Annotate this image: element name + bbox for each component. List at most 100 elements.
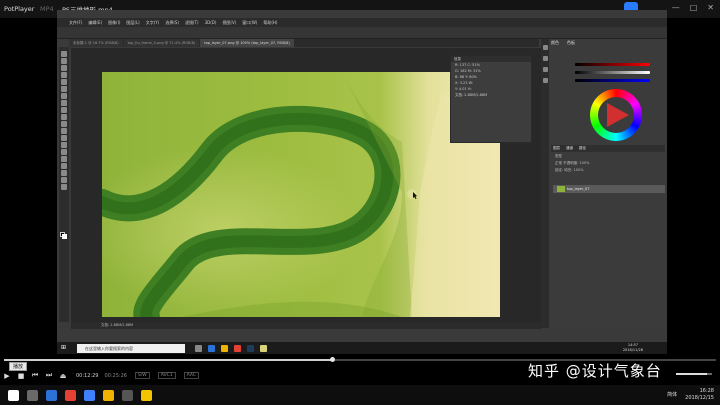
host-clock-date: 2018/12/15: [685, 395, 714, 401]
color-slider-b: [575, 79, 650, 82]
ps-menu-item: 选择(S): [165, 19, 179, 25]
app-icon: [260, 344, 267, 352]
crop-tool-icon: [61, 79, 67, 85]
volume-slider[interactable]: [676, 373, 712, 375]
next-icon[interactable]: ⏭: [42, 371, 56, 380]
folder-icon: [221, 344, 228, 352]
layer-row: top_layer_07: [553, 185, 665, 193]
ps-right-panels: 颜色 色板 图层 通道 路径 类型 正常 不透明度: 100% 锁定: 填充: …: [541, 39, 667, 328]
chrome-icon[interactable]: [65, 389, 76, 401]
ps-menu-item: 文字(Y): [145, 19, 160, 25]
host-clock-time: 16:28: [699, 388, 714, 394]
total-time: 00:25:26: [104, 372, 127, 379]
windows-start-icon: ⊞: [61, 344, 67, 351]
host-taskbar-apps: [8, 389, 152, 401]
dodge-tool-icon: [61, 142, 67, 148]
ps-options-bar: [57, 27, 667, 39]
ps-menu-item: 滤镜(T): [185, 19, 199, 25]
marquee-tool-icon: [61, 58, 67, 64]
shape-tool-icon: [61, 170, 67, 176]
properties-panel-icon: [542, 56, 548, 61]
background-color-swatch: [62, 234, 67, 239]
ps-menu-item: 图层(L): [126, 19, 140, 25]
type-tool-icon: [61, 156, 67, 162]
cloud-app-icon[interactable]: [84, 389, 95, 401]
video-frame[interactable]: Ps 文件(F) 编辑(E) 图像(I) 图层(L) 文字(Y) 选择(S) 滤…: [57, 10, 667, 354]
pen-tool-icon: [61, 149, 67, 155]
color-panel-tabs: 颜色 色板: [551, 40, 575, 46]
volume-slider-fill: [676, 373, 707, 375]
terrain-heightmap-image: [102, 72, 500, 317]
format-badge-video: AVC1: [157, 372, 176, 379]
ps-panel-icon-strip: [541, 39, 549, 328]
previous-icon[interactable]: ⏮: [28, 371, 42, 380]
tab-swatches: 色板: [567, 40, 575, 45]
zhihu-watermark: 知乎 @设计气象台: [528, 362, 662, 380]
format-badge-audio: AAC: [183, 372, 199, 379]
windows-search-box: 在这里输入你要搜索的内容: [77, 343, 185, 353]
lasso-tool-icon: [61, 65, 67, 71]
ps-menu-item: 视图(V): [222, 19, 237, 25]
recorded-windows-taskbar: ⊞ 在这里输入你要搜索的内容 14:57 2018/11/28: [57, 342, 667, 354]
color-triangle: [607, 103, 629, 127]
ps-menu-item: 帮助(H): [263, 19, 278, 25]
color-slider-r: [575, 63, 650, 66]
edge-icon: [208, 344, 215, 352]
close-button[interactable]: ✕: [707, 3, 714, 12]
window-buttons: — □ ✕: [672, 3, 714, 12]
recorded-taskbar-apps: [195, 344, 267, 352]
windows-start-icon[interactable]: [8, 389, 19, 401]
eject-icon[interactable]: ⏏: [56, 372, 70, 380]
layer-lock-fill: 锁定: 填充: 100%: [555, 168, 584, 172]
ps-document-tabs: 未标题-1 @ 16.7% (RGB/8) top_tlu_frame_0.pn…: [69, 39, 539, 47]
chrome-icon: [234, 344, 241, 352]
info-panel: 信息 R: 137 C: 51% G: 162 M: 31% B: 68 Y: …: [450, 55, 532, 143]
player-app-name: PotPlayer: [4, 5, 35, 13]
recorded-clock-date: 2018/11/28: [622, 348, 643, 352]
seek-bar-knob[interactable]: [329, 357, 335, 362]
blur-tool-icon: [61, 135, 67, 141]
maximize-button[interactable]: □: [690, 3, 698, 12]
tab-layers: 图层: [553, 146, 560, 150]
stop-icon[interactable]: ■: [14, 372, 28, 380]
layers-options: 类型 正常 不透明度: 100% 锁定: 填充: 100%: [551, 153, 665, 183]
info-row: 文档: 2.88M/2.88M: [455, 93, 488, 97]
ps-menu-bar: 文件(F) 编辑(E) 图像(I) 图层(L) 文字(Y) 选择(S) 滤镜(T…: [57, 18, 667, 27]
task-view-icon[interactable]: [27, 389, 38, 401]
history-panel-icon: [542, 45, 548, 50]
app-icon[interactable]: [122, 389, 133, 401]
current-time: 00:12:29: [76, 372, 99, 379]
host-windows-taskbar: 简体 16:28 2018/12/15: [0, 385, 720, 405]
hand-tool-icon: [61, 177, 67, 183]
format-badge-sw: S/W: [134, 372, 150, 379]
ps-menu-item: 图像(I): [108, 19, 121, 25]
ps-menu-item: 3D(D): [204, 20, 217, 25]
ime-indicator[interactable]: 简体: [667, 392, 677, 399]
layer-thumbnail: [557, 186, 565, 192]
folder-icon[interactable]: [103, 389, 114, 401]
healing-tool-icon: [61, 93, 67, 99]
layer-filter: 类型: [555, 154, 562, 158]
quick-select-tool-icon: [61, 72, 67, 78]
tab-channels: 通道: [566, 146, 573, 150]
host-clock[interactable]: 16:28 2018/12/15: [685, 388, 714, 402]
eraser-tool-icon: [61, 121, 67, 127]
edge-icon[interactable]: [46, 389, 57, 401]
history-brush-icon: [61, 114, 67, 120]
zoom-tool-icon: [61, 184, 67, 190]
ps-tools-panel: [59, 47, 69, 322]
ps-status-bar: 文档: 2.88M/2.88M: [71, 322, 541, 329]
ps-menu-item: 窗口(W): [242, 19, 258, 25]
potplayer-icon[interactable]: [141, 389, 152, 401]
tab-color: 颜色: [551, 40, 559, 45]
ps-document-tab: top_tlu_frame_0.png @ 71.4% (RGB/8): [123, 39, 200, 47]
brush-panel-icon: [542, 78, 548, 83]
potplayer-window: PotPlayer MP4 PS三维地形.mp4 — □ ✕ Ps 文件(F) …: [0, 0, 720, 405]
ps-document-tab-active: top_layer_07.png @ 100% (top_layer_07, R…: [200, 39, 294, 47]
ps-menu-item: 编辑(E): [88, 19, 103, 25]
layer-blend-opacity: 正常 不透明度: 100%: [555, 161, 590, 165]
seek-bar-fill: [4, 359, 332, 361]
color-slider-g: [575, 71, 650, 74]
play-icon[interactable]: ▶: [0, 372, 14, 380]
minimize-button[interactable]: —: [672, 3, 680, 12]
